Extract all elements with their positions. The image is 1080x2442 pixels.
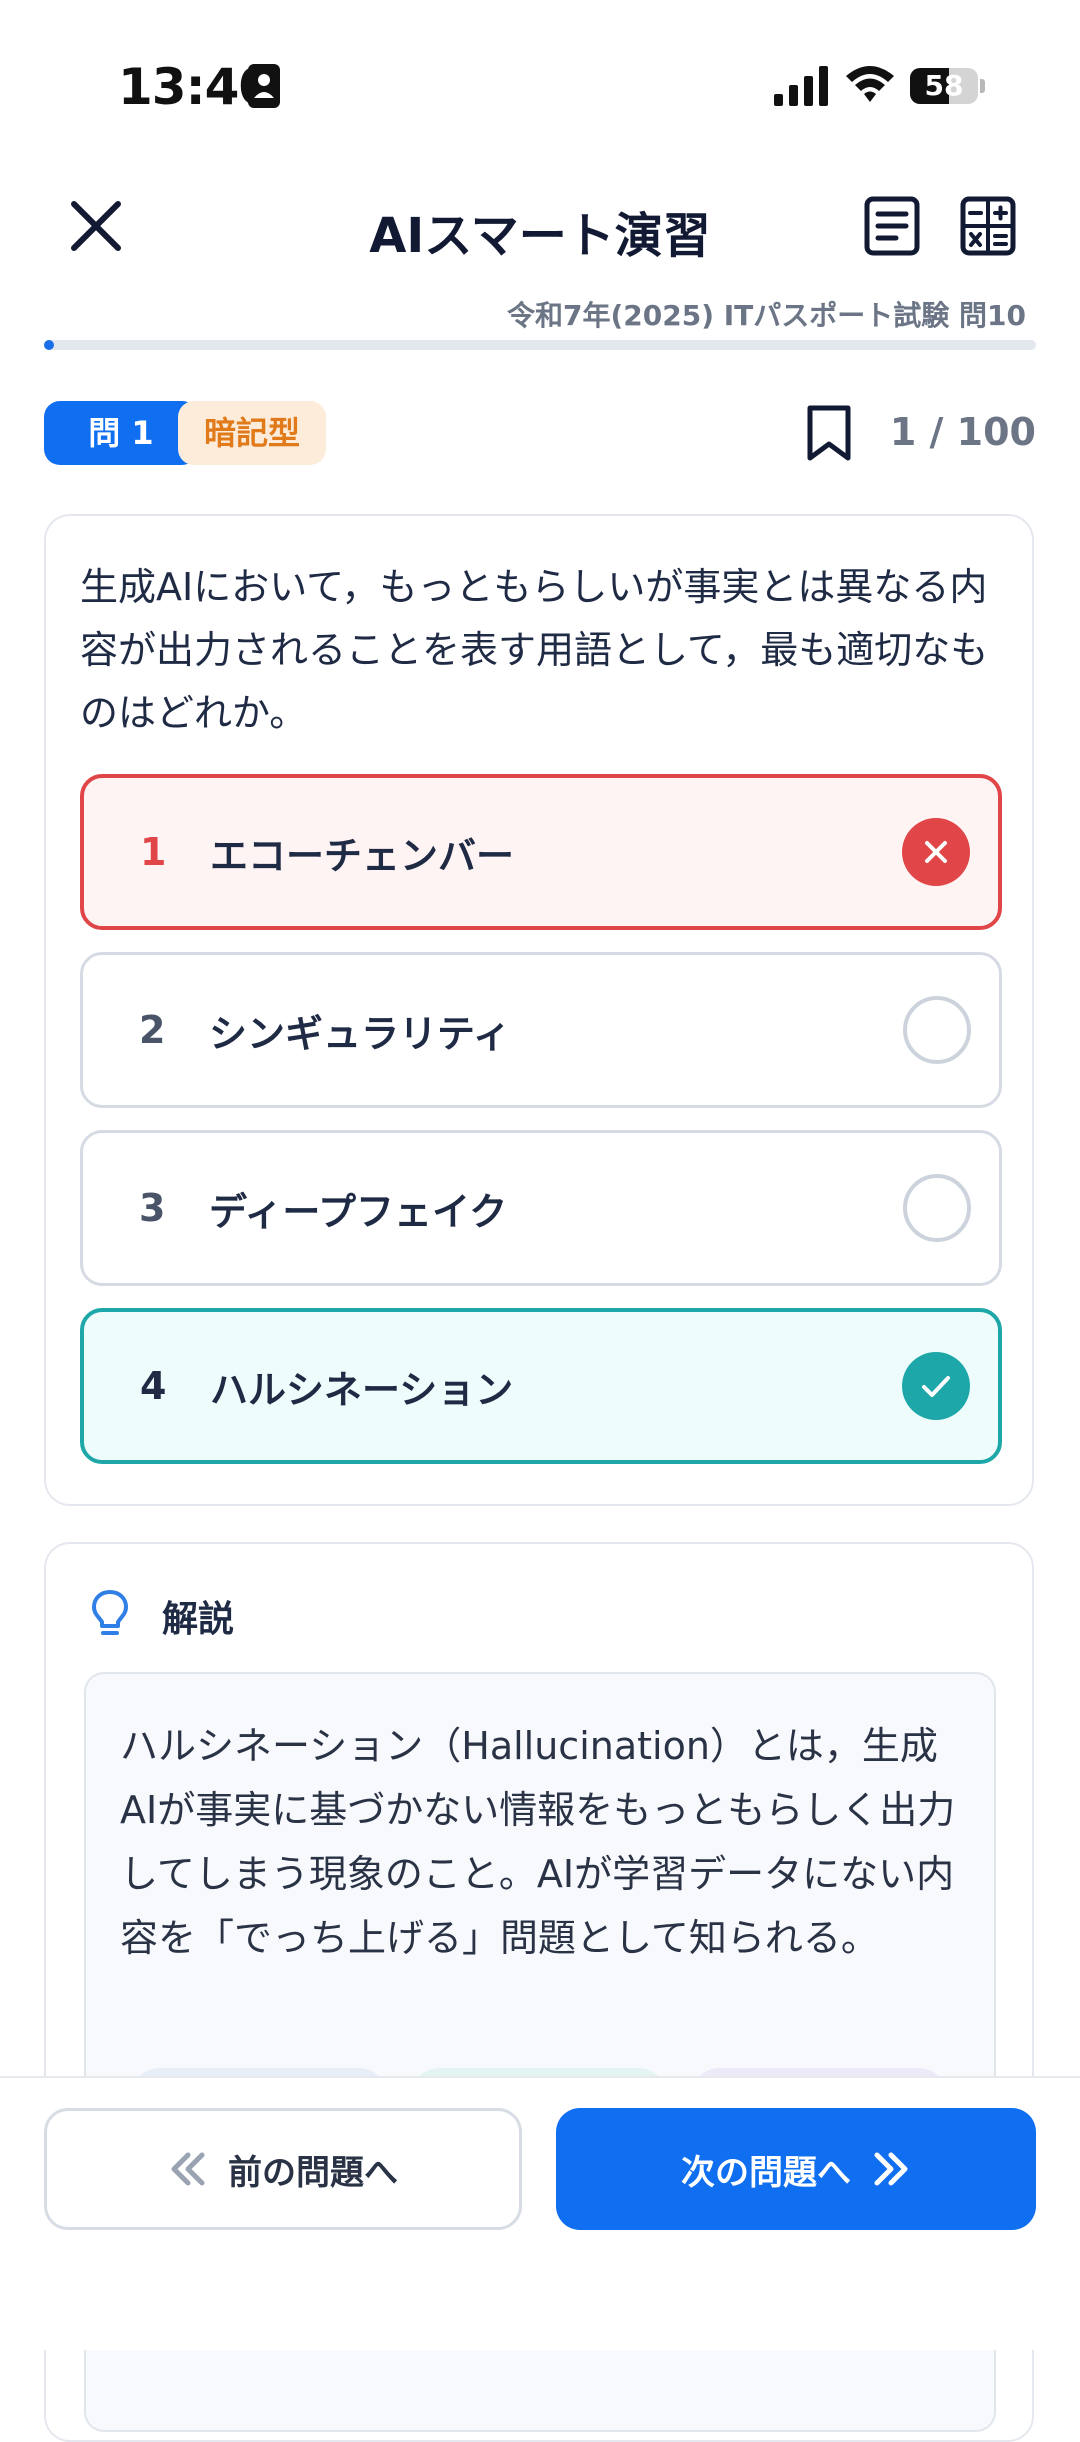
exam-label: 令和7年(2025) ITパスポート試験 問10 bbox=[507, 299, 1026, 332]
status-bar: 13:40 58 bbox=[0, 0, 1080, 170]
wrong-icon bbox=[902, 818, 970, 886]
explanation-text: ハルシネーション（Hallucination）とは，生成AIが事実に基づかない情… bbox=[120, 1724, 956, 1960]
choice-label: ディープフェイク bbox=[209, 1189, 508, 1234]
next-button-label: 次の問題へ bbox=[681, 2152, 851, 2193]
prev-button-label: 前の問題へ bbox=[228, 2152, 398, 2193]
calculator-button[interactable] bbox=[960, 196, 1016, 256]
calculator-icon bbox=[960, 196, 1016, 256]
choice-4[interactable]: 4 ハルシネーション bbox=[80, 1308, 1002, 1464]
double-chevron-right-icon bbox=[874, 2152, 908, 2186]
question-number-badge: 問 1 bbox=[44, 401, 198, 465]
choice-3[interactable]: 3 ディープフェイク bbox=[80, 1130, 1002, 1286]
battery-level: 58 bbox=[924, 69, 964, 102]
battery-icon: 58 bbox=[910, 68, 978, 104]
battery-indicator: 58 bbox=[910, 68, 985, 104]
lightbulb-icon bbox=[92, 1590, 128, 1635]
document-button[interactable] bbox=[864, 196, 920, 256]
choice-number: 2 bbox=[139, 1008, 166, 1052]
battery-tip bbox=[980, 79, 985, 93]
next-question-button[interactable]: 次の問題へ bbox=[556, 2108, 1036, 2230]
choice-number: 3 bbox=[139, 1186, 166, 1230]
check-icon bbox=[902, 1352, 970, 1420]
explanation-title: 解説 bbox=[162, 1599, 235, 1640]
prev-question-button[interactable]: 前の問題へ bbox=[44, 2108, 522, 2230]
bookmark-icon bbox=[807, 405, 851, 461]
choice-number: 4 bbox=[140, 1364, 167, 1408]
id-card-icon bbox=[248, 64, 280, 108]
choice-number: 1 bbox=[140, 830, 167, 874]
choice-label: エコーチェンバー bbox=[210, 833, 515, 878]
progress-bar bbox=[44, 340, 1036, 350]
question-counter: 1 / 100 bbox=[889, 410, 1036, 454]
choice-label: シンギュラリティ bbox=[209, 1011, 511, 1056]
bookmark-button[interactable] bbox=[806, 404, 852, 462]
wifi-icon bbox=[846, 66, 894, 102]
question-card: 生成AIにおいて，もっともらしいが事実とは異なる内容が出力されることを表す用語と… bbox=[44, 514, 1034, 1506]
choice-label: ハルシネーション bbox=[210, 1367, 514, 1412]
progress-fill bbox=[44, 340, 54, 350]
question-text: 生成AIにおいて，もっともらしいが事実とは異なる内容が出力されることを表す用語と… bbox=[80, 565, 989, 735]
question-type-badge: 暗記型 bbox=[178, 401, 326, 465]
bottom-navigation: 前の問題へ 次の問題へ bbox=[0, 2076, 1080, 2350]
signal-icon bbox=[774, 66, 828, 106]
radio-empty-icon bbox=[903, 1174, 971, 1242]
radio-empty-icon bbox=[903, 996, 971, 1064]
choice-2[interactable]: 2 シンギュラリティ bbox=[80, 952, 1002, 1108]
double-chevron-left-icon bbox=[171, 2152, 205, 2186]
document-icon bbox=[864, 196, 920, 256]
choice-1[interactable]: 1 エコーチェンバー bbox=[80, 774, 1002, 930]
